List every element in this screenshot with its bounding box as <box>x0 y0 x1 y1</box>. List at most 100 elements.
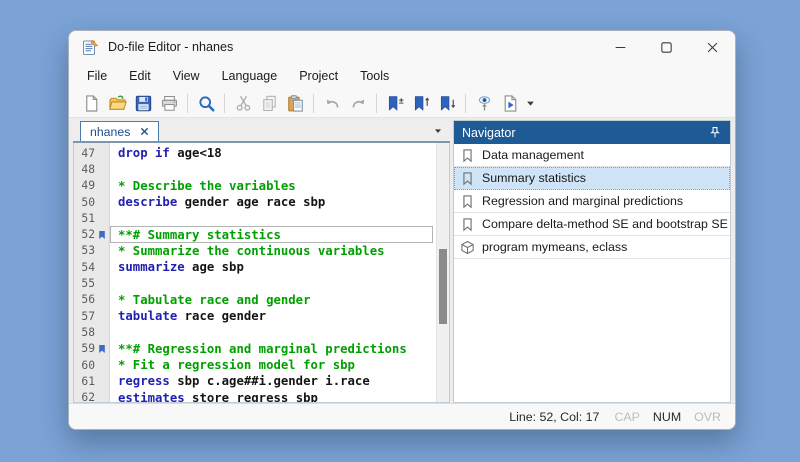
toolbar-button-paste[interactable] <box>282 91 308 116</box>
line-number-gutter: 47484950515253545556575859606162 <box>74 143 110 402</box>
scrollbar-thumb[interactable] <box>439 249 447 324</box>
gutter-row: 53 <box>74 243 109 259</box>
code-token: * Fit a regression model for sbp <box>118 358 355 372</box>
bookmark-icon <box>460 217 475 232</box>
code-line[interactable]: summarize age sbp <box>110 259 436 275</box>
navigator-header: Navigator <box>454 121 730 144</box>
navigator-item-label: Regression and marginal predictions <box>482 194 683 208</box>
line-number: 61 <box>74 375 95 388</box>
status-bar: Line: 52, Col: 17 CAPNUMOVR <box>69 403 735 429</box>
line-number: 50 <box>74 196 95 209</box>
menu-item-project[interactable]: Project <box>288 66 349 86</box>
copy-icon <box>260 94 279 113</box>
code-token: * Tabulate race and gender <box>118 293 311 307</box>
toolbar-separator <box>465 94 466 113</box>
code-line[interactable] <box>110 210 436 226</box>
menu-bar: FileEditViewLanguageProjectTools <box>69 63 735 89</box>
pin-icon <box>708 126 722 140</box>
tab-list-dropdown-button[interactable] <box>433 126 443 136</box>
code-token: summarize <box>118 260 185 274</box>
navigator-title: Navigator <box>462 126 516 140</box>
code-token: tabulate <box>118 309 177 323</box>
line-number: 54 <box>74 261 95 274</box>
desktop: Do-file Editor - nhanes FileEditViewLang… <box>0 0 800 462</box>
toolbar-button-print[interactable] <box>156 91 182 116</box>
line-number: 47 <box>74 147 95 160</box>
toolbar-button-bookmark-toggle[interactable] <box>382 91 408 116</box>
navigator-item-label: Data management <box>482 148 584 162</box>
do-file-editor-window: Do-file Editor - nhanes FileEditViewLang… <box>68 30 736 430</box>
toolbar-button-new-file[interactable] <box>78 91 104 116</box>
gutter-row: 56 <box>74 292 109 308</box>
toolbar-button-save-file[interactable] <box>130 91 156 116</box>
toolbar <box>69 89 735 118</box>
line-number: 52 <box>74 228 95 241</box>
line-number: 57 <box>74 310 95 323</box>
code-token: age<18 <box>170 146 222 160</box>
code-token: age sbp <box>185 260 244 274</box>
toolbar-button-cut[interactable] <box>230 91 256 116</box>
navigator-item-program-mymeans-eclass[interactable]: program mymeans, eclass <box>454 236 730 259</box>
cursor-position: Line: 52, Col: 17 <box>509 410 599 424</box>
toolbar-button-redo[interactable] <box>345 91 371 116</box>
menu-item-language[interactable]: Language <box>211 66 289 86</box>
code-token: **# Summary statistics <box>118 228 281 242</box>
code-line[interactable]: * Fit a regression model for sbp <box>110 357 436 373</box>
bookmark-toggle-icon <box>386 94 405 113</box>
code-token: * Summarize the continuous variables <box>118 244 385 258</box>
code-line[interactable]: describe gender age race sbp <box>110 194 436 210</box>
code-line[interactable]: **# Regression and marginal predictions <box>110 341 436 357</box>
cube-icon <box>460 240 475 255</box>
code-line[interactable]: tabulate race gender <box>110 308 436 324</box>
toolbar-button-find[interactable] <box>193 91 219 116</box>
code-area[interactable]: drop if age<18 * Describe the variablesde… <box>110 143 436 402</box>
navigator-item-data-management[interactable]: Data management <box>454 144 730 167</box>
toolbar-separator <box>313 94 314 113</box>
code-line[interactable]: * Summarize the continuous variables <box>110 243 436 259</box>
close-button[interactable] <box>689 31 735 63</box>
line-number: 59 <box>74 342 95 355</box>
navigator-item-compare-delta-method-se-and-bootstrap-se[interactable]: Compare delta-method SE and bootstrap SE… <box>454 213 730 236</box>
toolbar-button-undo[interactable] <box>319 91 345 116</box>
maximize-button[interactable] <box>643 31 689 63</box>
toolbar-button-bookmark-previous[interactable] <box>408 91 434 116</box>
code-line[interactable] <box>110 161 436 177</box>
navigator-item-regression-and-marginal-predictions[interactable]: Regression and marginal predictions <box>454 190 730 213</box>
gutter-row: 50 <box>74 194 109 210</box>
save-file-icon <box>134 94 153 113</box>
pin-button[interactable] <box>708 126 722 140</box>
code-line[interactable]: regress sbp c.age##i.gender i.race <box>110 373 436 389</box>
code-line[interactable]: * Tabulate race and gender <box>110 292 436 308</box>
toolbar-button-do[interactable] <box>497 91 523 116</box>
toolbar-button-more-dropdown[interactable] <box>523 91 538 116</box>
menu-item-tools[interactable]: Tools <box>349 66 400 86</box>
line-number: 49 <box>74 179 95 192</box>
code-token: store regress_sbp <box>185 391 318 402</box>
menu-item-file[interactable]: File <box>76 66 118 86</box>
gutter-row: 49 <box>74 178 109 194</box>
bookmark-marker-icon <box>98 230 106 240</box>
toolbar-separator <box>224 94 225 113</box>
toolbar-button-copy[interactable] <box>256 91 282 116</box>
code-line[interactable]: estimates store regress_sbp <box>110 389 436 402</box>
code-line[interactable]: drop if age<18 <box>110 145 436 161</box>
menu-item-edit[interactable]: Edit <box>118 66 162 86</box>
maximize-icon <box>659 40 674 55</box>
tab-close-button[interactable] <box>140 127 149 136</box>
editor-scrollbar[interactable] <box>436 143 449 402</box>
menu-item-view[interactable]: View <box>162 66 211 86</box>
navigator-item-summary-statistics[interactable]: Summary statistics <box>454 167 730 190</box>
code-line[interactable] <box>110 324 436 340</box>
toolbar-button-open-file[interactable] <box>104 91 130 116</box>
print-icon <box>160 94 179 113</box>
code-editor[interactable]: 47484950515253545556575859606162 drop if… <box>73 143 450 403</box>
code-line[interactable] <box>110 275 436 291</box>
code-token: * Describe the variables <box>118 179 296 193</box>
status-indicators: CAPNUMOVR <box>614 410 721 424</box>
toolbar-button-run[interactable] <box>471 91 497 116</box>
code-line[interactable]: * Describe the variables <box>110 178 436 194</box>
minimize-button[interactable] <box>597 31 643 63</box>
tab-nhanes[interactable]: nhanes <box>80 121 159 141</box>
toolbar-button-bookmark-next[interactable] <box>434 91 460 116</box>
current-code-line[interactable]: **# Summary statistics <box>110 226 433 242</box>
